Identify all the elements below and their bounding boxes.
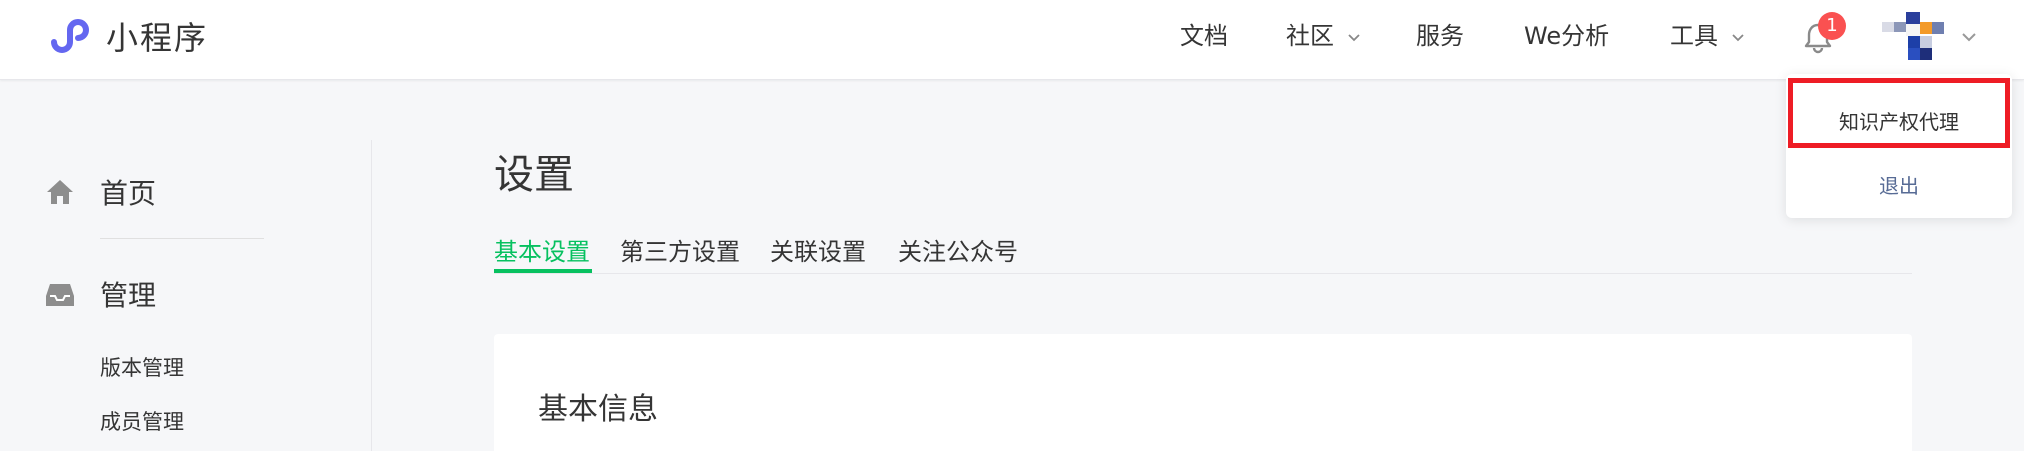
sidebar-subitem-member-management[interactable]: 成员管理 [100,406,184,436]
nav-we-analysis[interactable]: We分析 [1524,0,1609,80]
nav-we-analysis-label: We分析 [1524,22,1610,50]
sidebar-divider [100,238,264,239]
logout-link[interactable]: 退出 [1786,166,2012,206]
nav-community[interactable]: 社区 [1286,0,1362,80]
basic-info-card: 基本信息 [494,334,1912,451]
chevron-down-icon [1732,34,1744,42]
nav-services-label: 服务 [1416,22,1464,50]
home-icon [47,180,73,204]
nav-tools-label: 工具 [1670,22,1718,50]
avatar-icon[interactable] [1882,12,1946,60]
highlight-annotation-box [1788,78,2010,148]
nav-community-label: 社区 [1286,22,1334,50]
sidebar-subitem-version-management[interactable]: 版本管理 [100,352,184,382]
sidebar-item-label: 首页 [100,177,157,210]
tab-follow-official-account[interactable]: 关注公众号 [898,232,1018,267]
nav-docs-label: 文档 [1180,22,1228,50]
inbox-icon [46,284,74,306]
tab-third-party-settings[interactable]: 第三方设置 [620,232,740,267]
chevron-down-icon[interactable] [1958,26,1980,48]
settings-tabs: 基本设置 第三方设置 关联设置 关注公众号 [494,228,1912,274]
sidebar-item-home[interactable]: 首页 [44,172,156,212]
nav-services[interactable]: 服务 [1416,0,1464,80]
chevron-down-icon [1348,34,1360,42]
tab-basic-settings[interactable]: 基本设置 [494,232,590,267]
sidebar-item-manage[interactable]: 管理 [44,274,156,314]
page-title: 设置 [494,152,574,198]
top-header: 小程序 文档 社区 服务 We分析 工具 1 [0,0,2024,80]
sidebar-item-label: 管理 [100,279,157,312]
notification-badge: 1 [1818,12,1846,40]
tab-link-settings[interactable]: 关联设置 [770,232,866,267]
miniprogram-logo-icon [51,19,89,53]
app-name: 小程序 [106,19,209,57]
nav-tools[interactable]: 工具 [1670,0,1746,80]
sidebar-vertical-divider [371,140,372,451]
logo[interactable]: 小程序 [44,12,208,60]
nav-docs[interactable]: 文档 [1180,0,1228,80]
active-tab-indicator [494,269,592,273]
card-title: 基本信息 [538,392,658,427]
